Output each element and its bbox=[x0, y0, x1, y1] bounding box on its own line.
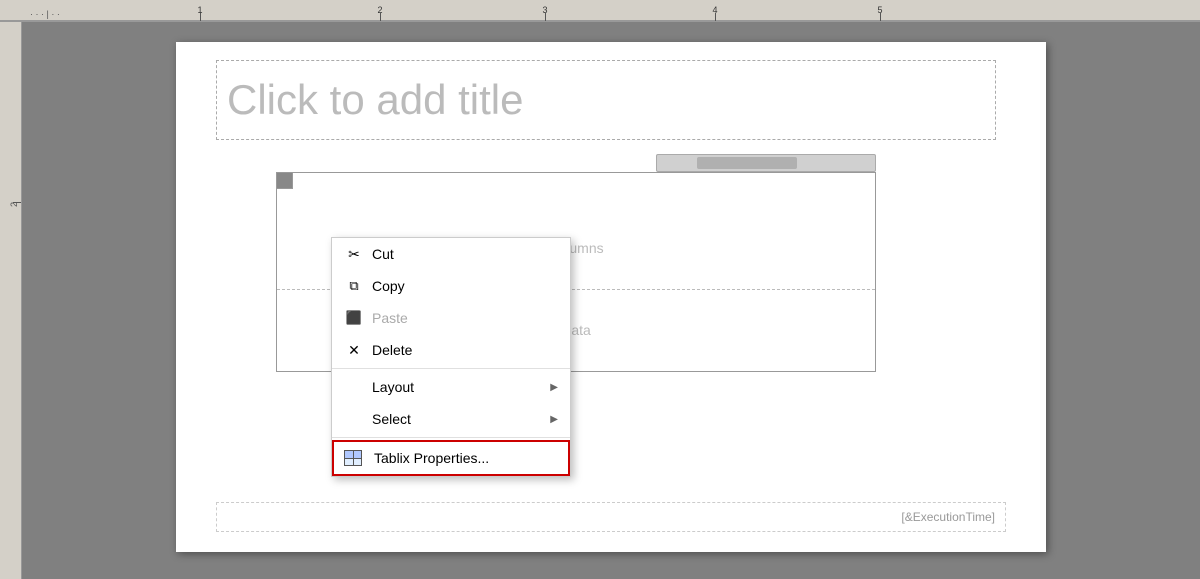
footer-area: [&ExecutionTime] bbox=[216, 502, 1006, 532]
ruler-left: 2 bbox=[0, 22, 22, 579]
select-label: Select bbox=[372, 411, 550, 427]
context-menu: ✂ Cut ⧉ Copy ⬛ Paste ✕ Delete L bbox=[331, 237, 571, 477]
slide-title-area[interactable]: Click to add title bbox=[216, 60, 996, 140]
scrollbar-thumb bbox=[697, 157, 797, 169]
paste-icon: ⬛ bbox=[344, 308, 364, 328]
layout-arrow: ▶ bbox=[550, 382, 558, 393]
copy-icon: ⧉ bbox=[344, 276, 364, 296]
slide: Click to add title Columns bbox=[176, 42, 1046, 552]
menu-separator-2 bbox=[332, 437, 570, 438]
delete-icon: ✕ bbox=[344, 340, 364, 360]
delete-label: Delete bbox=[372, 342, 558, 358]
context-menu-tablix[interactable]: Tablix Properties... bbox=[332, 440, 570, 476]
paste-label: Paste bbox=[372, 310, 558, 326]
tablix-label: Tablix Properties... bbox=[374, 450, 556, 466]
execution-time-text: [&ExecutionTime] bbox=[901, 510, 995, 524]
context-menu-paste[interactable]: ⬛ Paste bbox=[332, 302, 570, 334]
layout-icon bbox=[344, 377, 364, 397]
select-icon bbox=[344, 409, 364, 429]
canvas-area: Click to add title Columns bbox=[22, 22, 1200, 579]
ruler-top: · · · | · · 1 2 3 4 5 bbox=[0, 0, 1200, 22]
context-menu-delete[interactable]: ✕ Delete bbox=[332, 334, 570, 366]
context-menu-layout[interactable]: Layout ▶ bbox=[332, 371, 570, 403]
select-arrow: ▶ bbox=[550, 414, 558, 425]
slide-title-placeholder: Click to add title bbox=[227, 76, 523, 124]
table-corner bbox=[277, 173, 293, 189]
copy-label: Copy bbox=[372, 278, 558, 294]
cut-icon: ✂ bbox=[344, 244, 364, 264]
table-scrollbar[interactable] bbox=[656, 154, 876, 172]
cut-label: Cut bbox=[372, 246, 558, 262]
context-menu-select[interactable]: Select ▶ bbox=[332, 403, 570, 435]
tablix-icon bbox=[346, 448, 366, 468]
menu-separator-1 bbox=[332, 368, 570, 369]
layout-label: Layout bbox=[372, 379, 550, 395]
context-menu-copy[interactable]: ⧉ Copy bbox=[332, 270, 570, 302]
context-menu-cut[interactable]: ✂ Cut bbox=[332, 238, 570, 270]
